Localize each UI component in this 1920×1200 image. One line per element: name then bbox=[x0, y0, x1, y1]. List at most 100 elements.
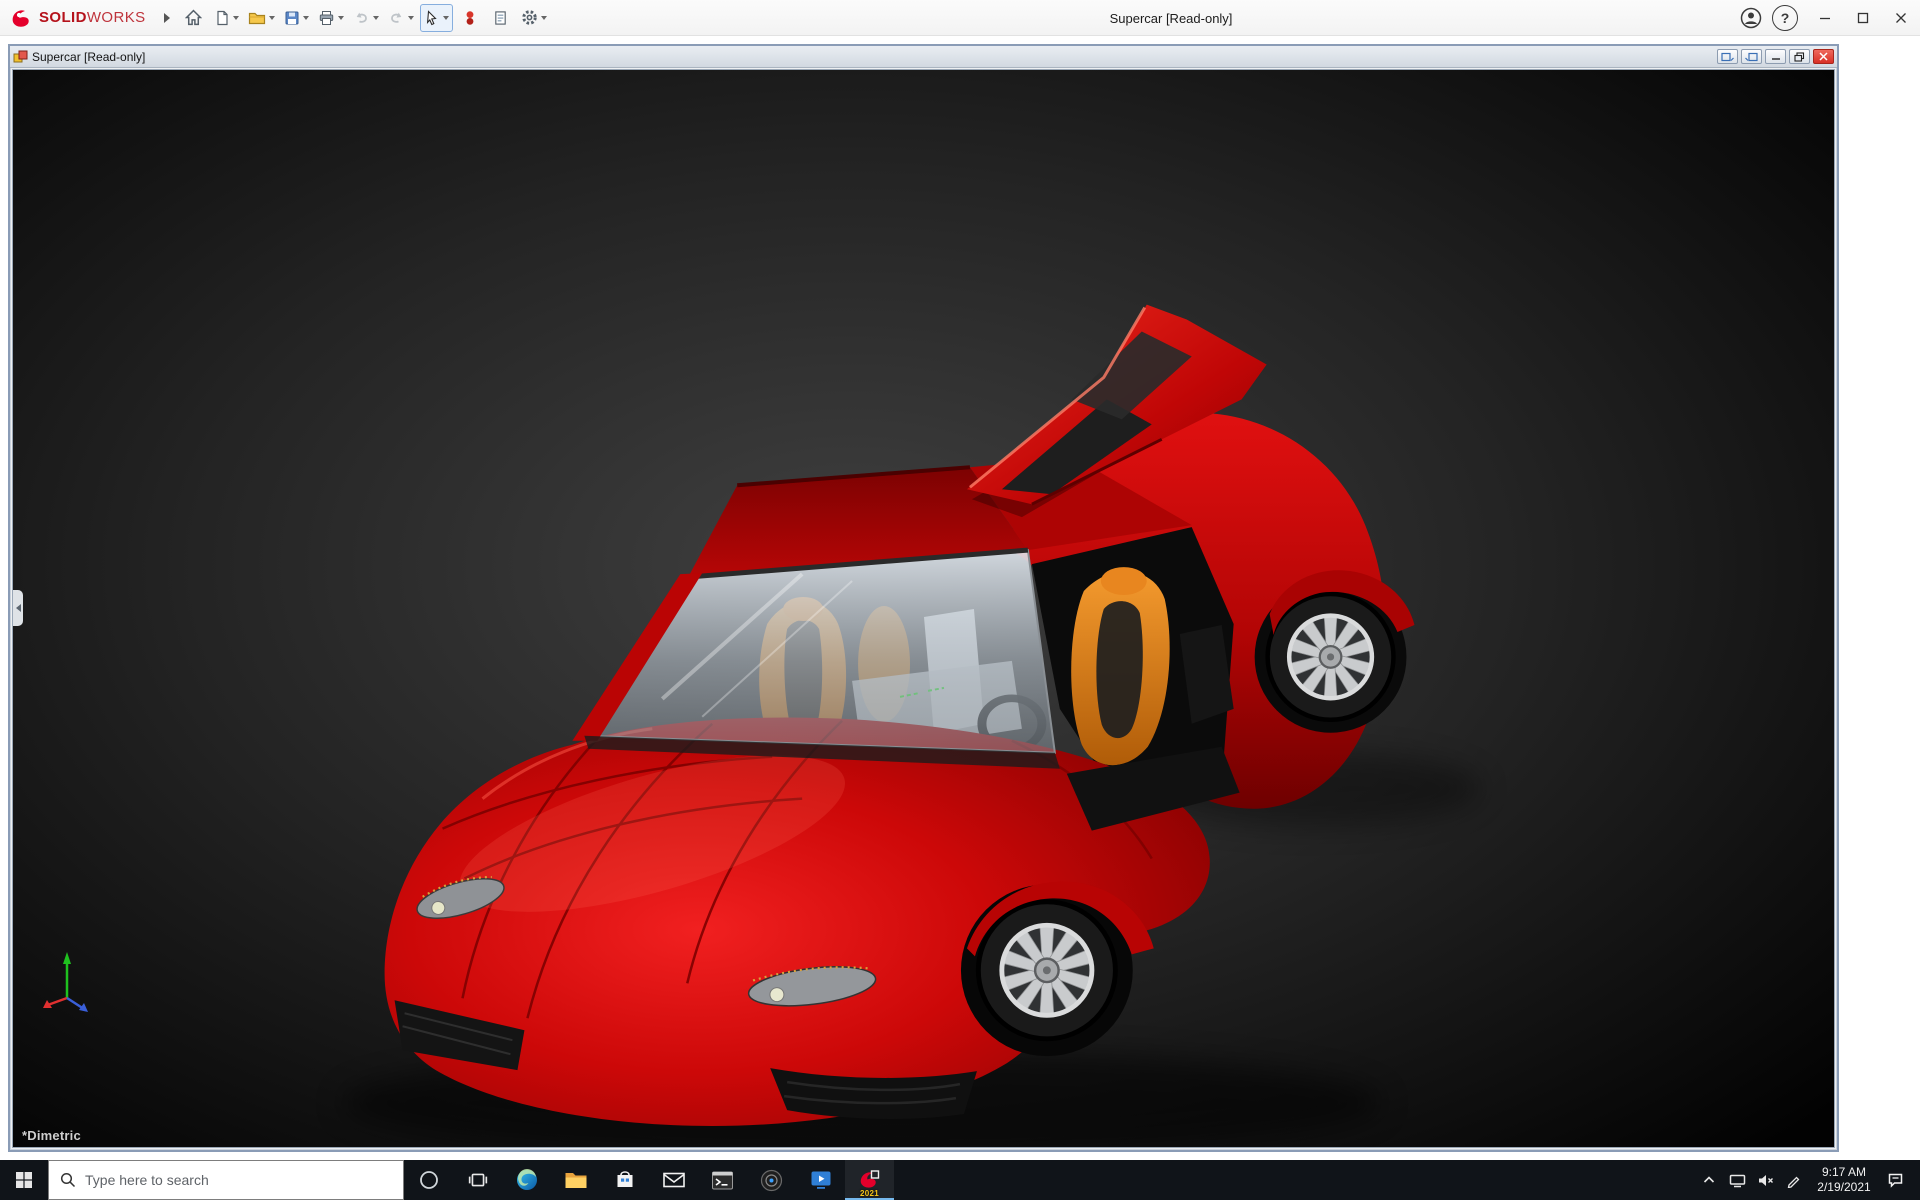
undo-button[interactable] bbox=[350, 4, 382, 32]
dropdown-caret-icon[interactable] bbox=[442, 15, 449, 20]
dropdown-caret-icon[interactable] bbox=[337, 15, 344, 20]
dropdown-caret-icon[interactable] bbox=[302, 15, 309, 20]
home-icon bbox=[185, 9, 203, 26]
file-explorer-icon bbox=[565, 1173, 586, 1188]
maximize-icon bbox=[1857, 12, 1869, 24]
action-center-button[interactable] bbox=[1882, 1160, 1908, 1200]
close-icon bbox=[1896, 13, 1906, 23]
select-button[interactable] bbox=[419, 3, 453, 32]
logo-text: SOLIDWORKS bbox=[39, 9, 146, 26]
taskbar-search[interactable] bbox=[48, 1160, 404, 1200]
home-button[interactable] bbox=[180, 4, 208, 32]
dropdown-caret-icon[interactable] bbox=[232, 15, 239, 20]
tray-chevron-up-icon[interactable] bbox=[1696, 1160, 1722, 1200]
taskbar: 2021 9:17 AM 2/19/2021 bbox=[0, 1160, 1920, 1200]
dropdown-caret-icon[interactable] bbox=[540, 15, 547, 20]
system-tray: 9:17 AM 2/19/2021 bbox=[1696, 1160, 1920, 1200]
close-icon bbox=[1819, 52, 1828, 61]
search-icon bbox=[60, 1172, 76, 1188]
start-button[interactable] bbox=[0, 1160, 48, 1200]
orientation-label: *Dimetric bbox=[22, 1128, 81, 1143]
dock-left-button[interactable] bbox=[1717, 49, 1738, 64]
redo-button[interactable] bbox=[385, 4, 417, 32]
command-prompt-icon bbox=[712, 1171, 733, 1189]
toolbar-expand-arrow-icon[interactable] bbox=[163, 12, 170, 23]
print-button[interactable] bbox=[315, 4, 347, 32]
dock-right-icon bbox=[1745, 52, 1758, 61]
account-icon bbox=[1740, 7, 1762, 29]
movies-tv-button[interactable] bbox=[796, 1160, 845, 1200]
rebuild-icon bbox=[466, 10, 473, 25]
app-titlebar: SOLIDWORKS Supercar [Read-only] ? bbox=[0, 0, 1920, 36]
document-window: Supercar [Read-only] *Dimetric bbox=[8, 44, 1839, 1152]
task-view-button[interactable] bbox=[453, 1160, 502, 1200]
undo-icon bbox=[356, 12, 367, 23]
close-button[interactable] bbox=[1882, 0, 1920, 36]
mail-icon bbox=[662, 1172, 685, 1188]
help-glyph: ? bbox=[1780, 10, 1790, 26]
redo-icon bbox=[390, 12, 401, 23]
file-explorer-button[interactable] bbox=[551, 1160, 600, 1200]
restore-icon bbox=[1794, 51, 1805, 62]
document-minimize-button[interactable] bbox=[1765, 49, 1786, 64]
document-window-controls bbox=[1717, 49, 1834, 64]
open-folder-icon bbox=[248, 12, 265, 24]
options-button[interactable] bbox=[518, 4, 550, 32]
maximize-button[interactable] bbox=[1844, 0, 1882, 36]
cortana-icon bbox=[419, 1171, 438, 1189]
minimize-icon bbox=[1771, 58, 1780, 60]
help-button[interactable]: ? bbox=[1772, 5, 1798, 31]
new-document-icon bbox=[216, 10, 228, 25]
edge-icon bbox=[516, 1168, 537, 1190]
save-button[interactable] bbox=[281, 4, 312, 32]
open-button[interactable] bbox=[245, 4, 278, 32]
windows-logo-icon bbox=[16, 1172, 32, 1188]
dock-right-button[interactable] bbox=[1741, 49, 1762, 64]
minimize-icon bbox=[1820, 17, 1830, 20]
window-title: Supercar [Read-only] bbox=[1109, 10, 1233, 26]
options-gear-icon bbox=[521, 10, 537, 25]
solidworks-logo: SOLIDWORKS bbox=[10, 7, 146, 29]
orientation-triad bbox=[43, 952, 88, 1012]
dropdown-caret-icon[interactable] bbox=[372, 15, 379, 20]
mail-button[interactable] bbox=[649, 1160, 698, 1200]
movies-tv-icon bbox=[811, 1171, 830, 1189]
quick-access-toolbar bbox=[180, 3, 550, 32]
cortana-button[interactable] bbox=[404, 1160, 453, 1200]
solidworks-2021-button[interactable]: 2021 bbox=[845, 1160, 894, 1200]
solidworks-version-badge: 2021 bbox=[860, 1189, 879, 1198]
volume-mute-icon[interactable] bbox=[1752, 1160, 1778, 1200]
chevron-left-icon bbox=[15, 604, 21, 612]
search-input[interactable] bbox=[85, 1172, 392, 1188]
featuremanager-collapse-handle[interactable] bbox=[13, 590, 23, 626]
3d-scene[interactable] bbox=[13, 70, 1834, 1147]
save-icon bbox=[285, 11, 299, 24]
file-properties-button[interactable] bbox=[487, 4, 515, 32]
media-player-icon bbox=[760, 1169, 783, 1191]
file-properties-icon bbox=[495, 10, 506, 25]
rebuild-button[interactable] bbox=[456, 4, 484, 32]
minimize-button[interactable] bbox=[1806, 0, 1844, 36]
new-document-button[interactable] bbox=[211, 4, 242, 32]
network-icon[interactable] bbox=[1724, 1160, 1750, 1200]
clock-time: 9:17 AM bbox=[1821, 1165, 1867, 1179]
media-player-button[interactable] bbox=[747, 1160, 796, 1200]
document-title: Supercar [Read-only] bbox=[32, 49, 146, 64]
edge-button[interactable] bbox=[502, 1160, 551, 1200]
document-close-button[interactable] bbox=[1813, 49, 1834, 64]
command-prompt-button[interactable] bbox=[698, 1160, 747, 1200]
dropdown-caret-icon[interactable] bbox=[407, 15, 414, 20]
3ds-logo-mark bbox=[12, 9, 29, 27]
titlebar-controls: ? bbox=[1738, 0, 1920, 36]
taskbar-clock[interactable]: 9:17 AM 2/19/2021 bbox=[1808, 1165, 1880, 1195]
microsoft-store-icon bbox=[617, 1171, 632, 1187]
account-button[interactable] bbox=[1738, 5, 1764, 31]
document-restore-button[interactable] bbox=[1789, 49, 1810, 64]
microsoft-store-button[interactable] bbox=[600, 1160, 649, 1200]
graphics-viewport[interactable]: *Dimetric bbox=[12, 69, 1835, 1148]
pen-icon[interactable] bbox=[1780, 1160, 1806, 1200]
dropdown-caret-icon[interactable] bbox=[268, 15, 275, 20]
select-cursor-icon bbox=[426, 9, 437, 25]
assembly-document-icon bbox=[13, 50, 28, 62]
document-titlebar[interactable]: Supercar [Read-only] bbox=[10, 46, 1837, 68]
